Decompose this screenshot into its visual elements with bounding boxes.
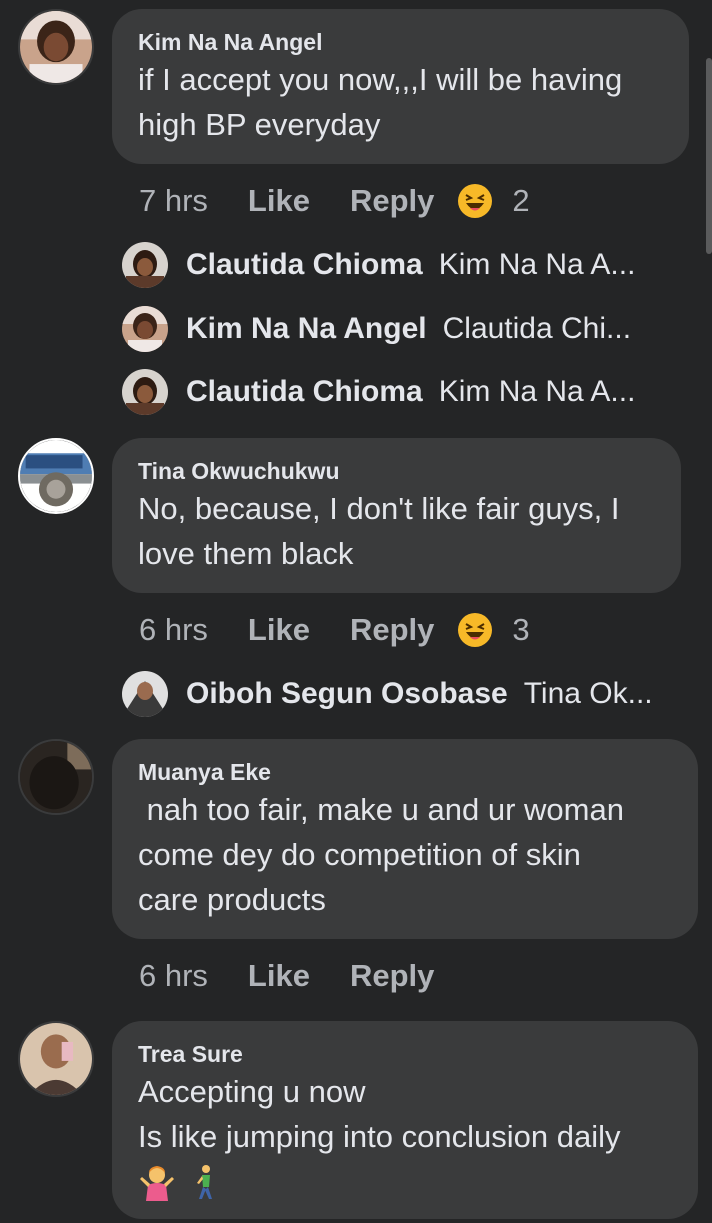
- comment-bubble[interactable]: Muanya Eke nah too fair, make u and ur w…: [112, 739, 698, 939]
- reply-author[interactable]: Clautida Chioma: [186, 375, 423, 409]
- avatar[interactable]: [18, 438, 94, 514]
- like-button[interactable]: Like: [248, 958, 310, 994]
- comment-time[interactable]: 6 hrs: [139, 958, 208, 994]
- reply-button[interactable]: Reply: [350, 612, 434, 648]
- reply-author[interactable]: Kim Na Na Angel: [186, 312, 427, 346]
- comment-bubble[interactable]: Tina Okwuchukwu No, because, I don't lik…: [112, 438, 681, 593]
- comment-text: love them black: [138, 536, 354, 571]
- emoji-line: [138, 1163, 672, 1206]
- comment-text: Is like jumping into conclusion daily: [138, 1119, 621, 1154]
- comment-text: high BP everyday: [138, 107, 381, 142]
- avatar[interactable]: [122, 242, 168, 288]
- reply-button[interactable]: Reply: [350, 958, 434, 994]
- like-button[interactable]: Like: [248, 183, 310, 219]
- comment-text: if I accept you now,,,I will be having: [138, 62, 623, 97]
- woman-shrugging-emoji-icon: [138, 1163, 176, 1206]
- reply-preview: Clautida Chi...: [442, 312, 632, 345]
- avatar[interactable]: [18, 739, 94, 815]
- comment-text: nah too fair, make u and ur woman: [138, 792, 624, 827]
- avatar[interactable]: [122, 369, 168, 415]
- reply-item[interactable]: Kim Na Na Angel Clautida Chi...: [122, 304, 682, 354]
- reply-author[interactable]: Oiboh Segun Osobase: [186, 677, 508, 711]
- comment-bubble[interactable]: Kim Na Na Angel if I accept you now,,,I …: [112, 9, 689, 164]
- reaction-count[interactable]: 2: [512, 183, 529, 219]
- reaction-count[interactable]: 3: [512, 612, 529, 648]
- comment-time[interactable]: 6 hrs: [139, 612, 208, 648]
- comment-author[interactable]: Tina Okwuchukwu: [138, 456, 655, 486]
- comment-text: No, because, I don't like fair guys, I: [138, 491, 620, 526]
- comment-actions: 6 hrs Like Reply: [139, 956, 434, 996]
- reply-author[interactable]: Clautida Chioma: [186, 248, 423, 282]
- comment-text: care products: [138, 882, 326, 917]
- reply-item[interactable]: Clautida Chioma Kim Na Na A...: [122, 240, 682, 290]
- avatar[interactable]: [122, 306, 168, 352]
- comment-text: Accepting u now: [138, 1074, 366, 1109]
- reply-item[interactable]: Clautida Chioma Kim Na Na A...: [122, 367, 682, 417]
- laughing-emoji-icon[interactable]: [458, 184, 493, 218]
- comment-author[interactable]: Kim Na Na Angel: [138, 27, 663, 57]
- person-walking-emoji-icon: [186, 1163, 224, 1206]
- comment-time[interactable]: 7 hrs: [139, 183, 208, 219]
- reply-preview: Kim Na Na A...: [438, 375, 636, 408]
- avatar[interactable]: [18, 9, 94, 85]
- reply-item[interactable]: Oiboh Segun Osobase Tina Ok...: [122, 669, 682, 719]
- comment-bubble[interactable]: Trea Sure Accepting u now Is like jumpin…: [112, 1021, 698, 1219]
- comment-author[interactable]: Trea Sure: [138, 1039, 672, 1069]
- comment-author[interactable]: Muanya Eke: [138, 757, 672, 787]
- reply-preview: Kim Na Na A...: [438, 248, 636, 281]
- comment-actions: 7 hrs Like Reply 2: [139, 181, 530, 221]
- comment-actions: 6 hrs Like Reply 3: [139, 610, 530, 650]
- scrollbar[interactable]: [706, 58, 712, 254]
- avatar[interactable]: [18, 1021, 94, 1097]
- avatar[interactable]: [122, 671, 168, 717]
- comment-text: come dey do competition of skin: [138, 837, 581, 872]
- laughing-emoji-icon[interactable]: [458, 613, 493, 647]
- like-button[interactable]: Like: [248, 612, 310, 648]
- reply-button[interactable]: Reply: [350, 183, 434, 219]
- reply-preview: Tina Ok...: [523, 677, 653, 710]
